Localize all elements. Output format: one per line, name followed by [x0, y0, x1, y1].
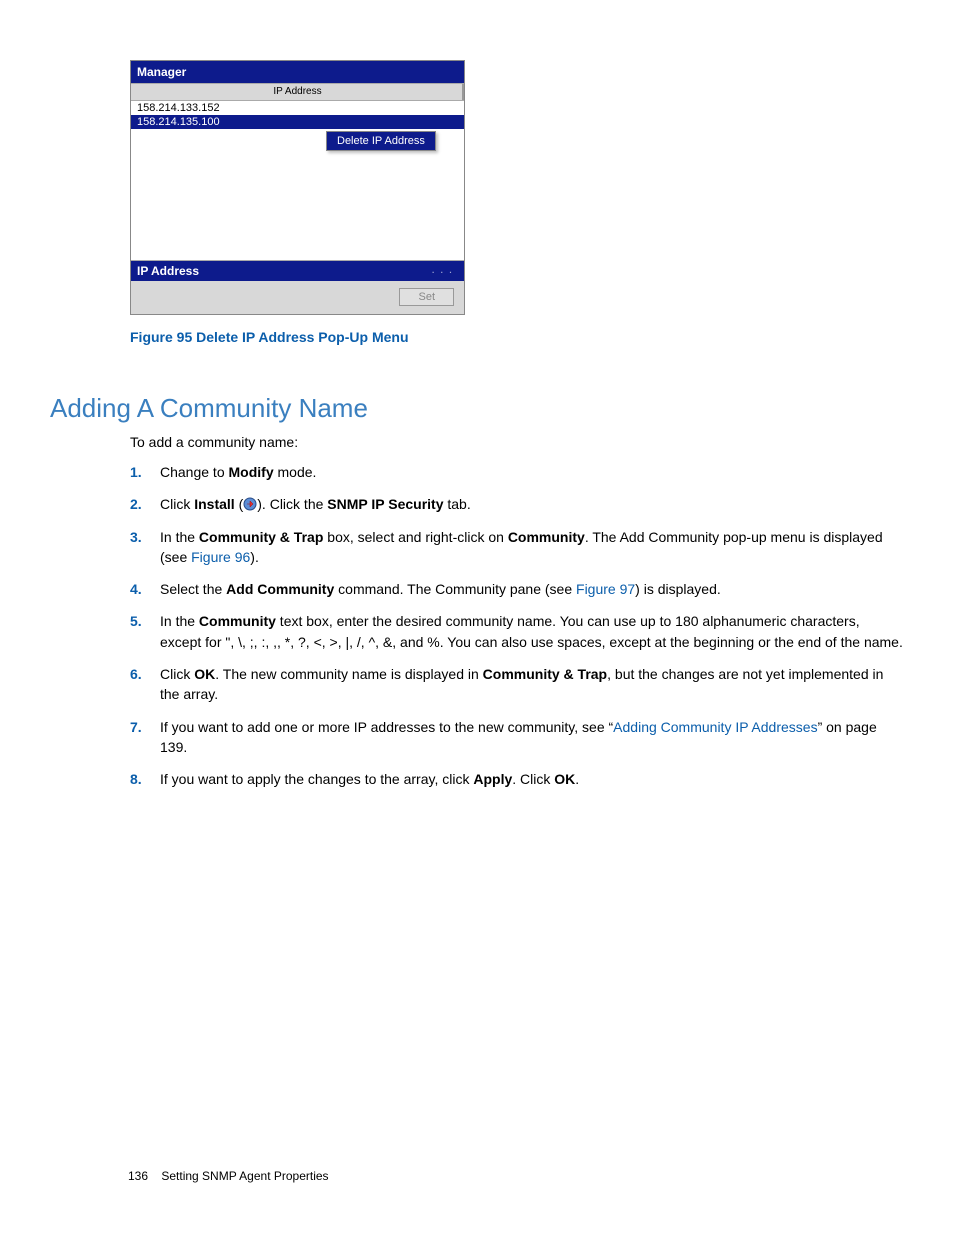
document-page: Manager IP Address 158.214.133.152 158.2…	[0, 0, 954, 1235]
figure-95: Manager IP Address 158.214.133.152 158.2…	[130, 60, 465, 315]
figure-title-bar: Manager	[131, 61, 464, 83]
ip-list: 158.214.133.152 158.214.135.100 Delete I…	[131, 101, 464, 261]
steps-list: 1. Change to Modify mode. 2. Click Insta…	[130, 462, 904, 790]
link-figure-97[interactable]: Figure 97	[576, 581, 635, 597]
page-footer: 136 Setting SNMP Agent Properties	[128, 1169, 329, 1183]
step-1: 1. Change to Modify mode.	[130, 462, 904, 482]
footer-title: Setting SNMP Agent Properties	[161, 1169, 328, 1183]
step-number: 4.	[130, 579, 142, 599]
set-row: Set	[131, 281, 464, 314]
footer-input-area: ···	[432, 264, 458, 278]
context-menu: Delete IP Address	[326, 131, 436, 151]
step-text: box, select and right-click on	[323, 529, 507, 545]
column-separator	[462, 84, 464, 100]
step-text: In the	[160, 529, 199, 545]
step-3: 3. In the Community & Trap box, select a…	[130, 527, 904, 568]
footer-bar: IP Address ···	[131, 261, 464, 281]
bold-text: Community & Trap	[199, 529, 323, 545]
set-button[interactable]: Set	[399, 288, 454, 306]
install-icon	[243, 496, 257, 510]
bold-text: Apply	[473, 771, 512, 787]
figure-caption: Figure 95 Delete IP Address Pop-Up Menu	[130, 329, 904, 345]
step-2: 2. Click Install ( ). Click the SNMP IP S…	[130, 494, 904, 514]
link-adding-community-ip[interactable]: Adding Community IP Addresses	[613, 719, 817, 735]
step-text: .	[575, 771, 579, 787]
intro-text: To add a community name:	[130, 434, 904, 450]
dots-icon: ···	[432, 268, 458, 277]
footer-label: IP Address	[137, 264, 199, 278]
step-text: Select the	[160, 581, 226, 597]
step-text: Change to	[160, 464, 229, 480]
figure-window: Manager IP Address 158.214.133.152 158.2…	[130, 60, 465, 315]
menu-item-delete-ip[interactable]: Delete IP Address	[327, 132, 435, 150]
bold-text: SNMP IP Security	[327, 496, 443, 512]
step-text: Click	[160, 496, 194, 512]
step-text: (	[235, 496, 244, 512]
step-4: 4. Select the Add Community command. The…	[130, 579, 904, 599]
step-number: 1.	[130, 462, 142, 482]
bold-text: Community & Trap	[483, 666, 607, 682]
step-5: 5. In the Community text box, enter the …	[130, 611, 904, 652]
step-7: 7. If you want to add one or more IP add…	[130, 717, 904, 758]
step-6: 6. Click OK. The new community name is d…	[130, 664, 904, 705]
step-8: 8. If you want to apply the changes to t…	[130, 769, 904, 789]
step-text: mode.	[274, 464, 317, 480]
bold-text: Community	[199, 613, 276, 629]
step-text: ). Click the	[257, 496, 327, 512]
step-text: . The new community name is displayed in	[215, 666, 482, 682]
bold-text: Modify	[229, 464, 274, 480]
section-heading: Adding A Community Name	[50, 393, 904, 424]
bold-text: OK	[194, 666, 215, 682]
step-number: 8.	[130, 769, 142, 789]
step-number: 5.	[130, 611, 142, 631]
step-number: 3.	[130, 527, 142, 547]
step-number: 2.	[130, 494, 142, 514]
step-number: 7.	[130, 717, 142, 737]
bold-text: Add Community	[226, 581, 334, 597]
figure-footer: IP Address ··· Set	[131, 261, 464, 314]
step-text: tab.	[443, 496, 470, 512]
step-text: If you want to apply the changes to the …	[160, 771, 473, 787]
column-header-bar: IP Address	[131, 83, 464, 101]
step-text: ).	[250, 549, 259, 565]
page-number: 136	[128, 1169, 158, 1183]
list-item[interactable]: 158.214.133.152	[131, 101, 464, 115]
step-text: command. The Community pane (see	[334, 581, 576, 597]
bold-text: Install	[194, 496, 234, 512]
step-number: 6.	[130, 664, 142, 684]
step-text: If you want to add one or more IP addres…	[160, 719, 613, 735]
step-text: Click	[160, 666, 194, 682]
link-figure-96[interactable]: Figure 96	[191, 549, 250, 565]
column-header-ip: IP Address	[273, 86, 321, 97]
bold-text: OK	[554, 771, 575, 787]
step-text: In the	[160, 613, 199, 629]
step-text: . Click	[512, 771, 554, 787]
step-text: ) is displayed.	[635, 581, 721, 597]
list-item[interactable]: 158.214.135.100	[131, 115, 464, 129]
bold-text: Community	[508, 529, 585, 545]
